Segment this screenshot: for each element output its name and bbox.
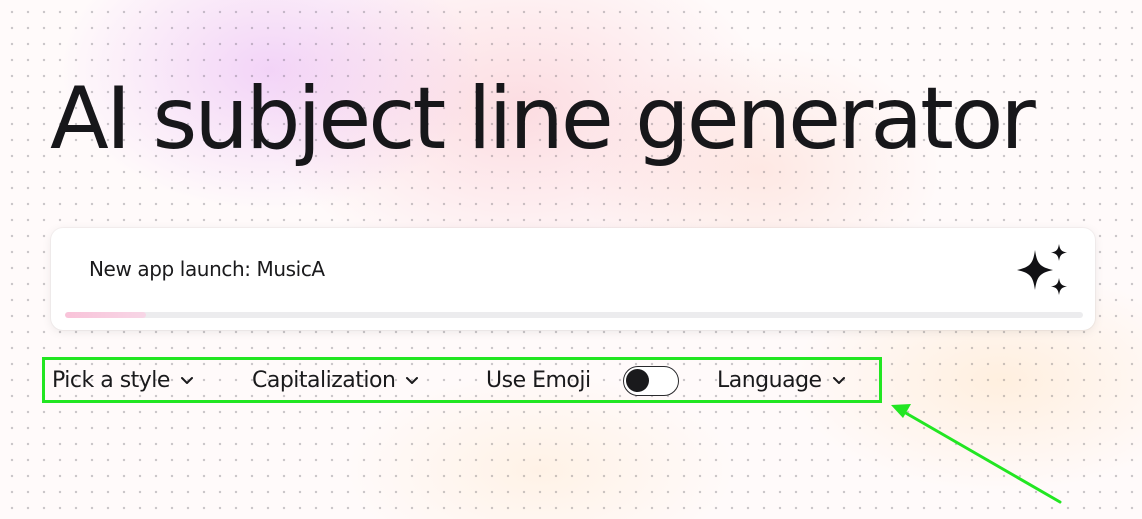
- toggle-knob: [626, 369, 649, 392]
- page-title: AI subject line generator: [50, 69, 1036, 169]
- use-emoji-toggle[interactable]: [623, 366, 679, 396]
- capitalization-dropdown-label: Capitalization: [252, 367, 396, 393]
- chevron-down-icon: [832, 377, 845, 384]
- prompt-input[interactable]: [89, 252, 969, 286]
- use-emoji-label: Use Emoji: [486, 367, 591, 393]
- language-dropdown[interactable]: Language: [717, 365, 846, 395]
- language-dropdown-label: Language: [717, 367, 822, 393]
- progress-fill: [65, 312, 147, 318]
- chevron-down-icon: [180, 377, 193, 384]
- generate-button[interactable]: [1009, 240, 1077, 308]
- style-dropdown[interactable]: Pick a style: [52, 365, 194, 395]
- capitalization-dropdown[interactable]: Capitalization: [252, 365, 419, 395]
- style-dropdown-label: Pick a style: [52, 367, 170, 393]
- options-bar: Pick a style Capitalization Use Emoji La…: [42, 357, 882, 403]
- sparkle-icon: [1017, 244, 1067, 295]
- progress-bar: [65, 312, 1083, 318]
- prompt-card: [51, 228, 1095, 330]
- chevron-down-icon: [406, 377, 419, 384]
